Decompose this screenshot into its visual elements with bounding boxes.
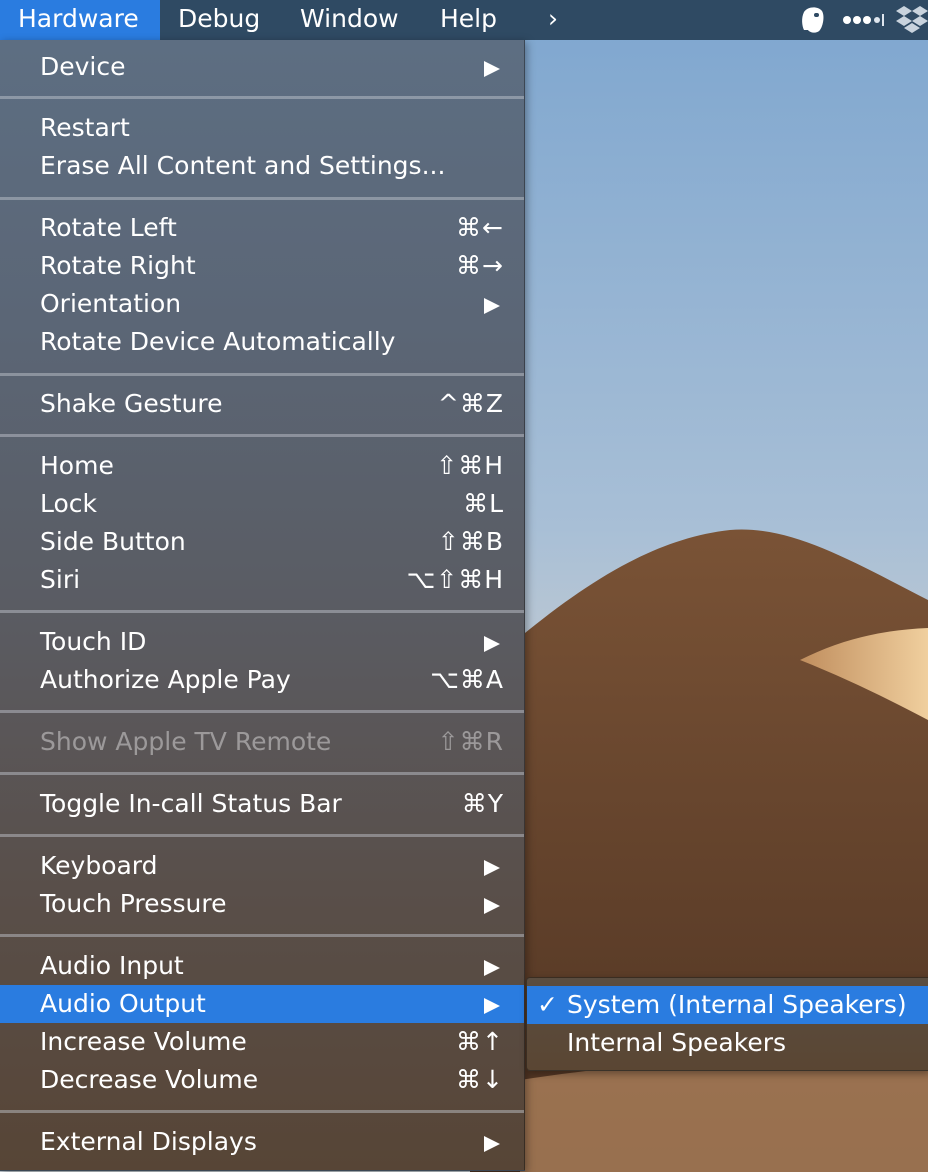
menubar-window[interactable]: Window: [282, 0, 417, 40]
menu-item-label: Touch ID: [40, 627, 147, 656]
submenu-item-label: Internal Speakers: [567, 1028, 787, 1057]
menu-item-label: Show Apple TV Remote: [40, 727, 332, 756]
menu-separator: [0, 197, 524, 200]
menu-item-audio-output[interactable]: Audio Output: [0, 985, 524, 1023]
menu-item-label: Lock: [40, 489, 98, 518]
submenu-item-system-internal-speakers[interactable]: ✓ System (Internal Speakers): [527, 986, 928, 1024]
submenu-item-label: System (Internal Speakers): [567, 990, 907, 1019]
evernote-icon[interactable]: [798, 0, 828, 40]
menu-item-label: Rotate Device Automatically: [40, 327, 396, 356]
menubar-overflow-chevron-icon[interactable]: ›: [530, 0, 576, 40]
menu-separator: [0, 710, 524, 713]
checkmark-icon: ✓: [537, 990, 558, 1019]
hardware-menu: Device Restart Erase All Content and Set…: [0, 40, 525, 1171]
menu-item-erase-all-content[interactable]: Erase All Content and Settings...: [0, 147, 524, 185]
menu-item-external-displays[interactable]: External Displays: [0, 1123, 524, 1161]
shortcut-label: ⌥⇧⌘H: [406, 565, 504, 594]
shortcut-label: ⌘↓: [456, 1065, 504, 1094]
menu-item-rotate-left[interactable]: Rotate Left ⌘←: [0, 209, 524, 247]
menu-separator: [0, 96, 524, 99]
shortcut-label: ⇧⌘H: [436, 451, 504, 480]
menubar-debug[interactable]: Debug: [160, 0, 278, 40]
shortcut-label: ⌘↑: [456, 1027, 504, 1056]
submenu-arrow-icon: [484, 636, 500, 652]
menu-item-toggle-in-call-status-bar[interactable]: Toggle In-call Status Bar ⌘Y: [0, 785, 524, 823]
menu-item-label: Device: [40, 52, 126, 81]
menu-item-shake-gesture[interactable]: Shake Gesture ^⌘Z: [0, 385, 524, 423]
menu-item-touch-id[interactable]: Touch ID: [0, 623, 524, 661]
dots-icon[interactable]: [842, 0, 884, 40]
menubar-help[interactable]: Help: [422, 0, 515, 40]
menu-separator: [0, 834, 524, 837]
menu-separator: [0, 934, 524, 937]
submenu-arrow-icon: [484, 998, 500, 1014]
audio-output-submenu: ✓ System (Internal Speakers) Internal Sp…: [526, 977, 928, 1071]
menu-bar: Hardware Debug Window Help ›: [0, 0, 928, 40]
menu-item-decrease-volume[interactable]: Decrease Volume ⌘↓: [0, 1061, 524, 1099]
menu-item-label: Increase Volume: [40, 1027, 247, 1056]
shortcut-label: ^⌘Z: [437, 389, 504, 418]
menu-item-show-apple-tv-remote: Show Apple TV Remote ⇧⌘R: [0, 723, 524, 761]
menu-item-label: Shake Gesture: [40, 389, 223, 418]
menu-item-label: Side Button: [40, 527, 186, 556]
menu-item-label: Keyboard: [40, 851, 158, 880]
submenu-arrow-icon: [484, 960, 500, 976]
menu-item-label: Audio Output: [40, 989, 206, 1018]
shortcut-label: ⇧⌘R: [437, 727, 504, 756]
menu-separator: [0, 1110, 524, 1113]
shortcut-label: ⌘L: [463, 489, 504, 518]
menu-item-touch-pressure[interactable]: Touch Pressure: [0, 885, 524, 923]
menu-item-label: Restart: [40, 113, 130, 142]
menu-item-label: Touch Pressure: [40, 889, 227, 918]
shortcut-label: ⌘Y: [461, 789, 504, 818]
menu-item-label: External Displays: [40, 1127, 257, 1156]
menu-item-device[interactable]: Device: [0, 48, 524, 86]
menu-item-rotate-right[interactable]: Rotate Right ⌘→: [0, 247, 524, 285]
submenu-item-internal-speakers[interactable]: Internal Speakers: [527, 1024, 928, 1062]
shortcut-label: ⇧⌘B: [437, 527, 504, 556]
submenu-arrow-icon: [484, 1136, 500, 1152]
menu-item-label: Rotate Left: [40, 213, 177, 242]
menu-item-keyboard[interactable]: Keyboard: [0, 847, 524, 885]
shortcut-label: ⌘←: [456, 213, 504, 242]
submenu-arrow-icon: [484, 298, 500, 314]
menu-item-label: Home: [40, 451, 114, 480]
menu-item-siri[interactable]: Siri ⌥⇧⌘H: [0, 561, 524, 599]
menu-item-label: Orientation: [40, 289, 182, 318]
submenu-arrow-icon: [484, 860, 500, 876]
menu-item-home[interactable]: Home ⇧⌘H: [0, 447, 524, 485]
menu-item-authorize-apple-pay[interactable]: Authorize Apple Pay ⌥⌘A: [0, 661, 524, 699]
submenu-arrow-icon: [484, 898, 500, 914]
submenu-arrow-icon: [484, 61, 500, 77]
menu-item-label: Authorize Apple Pay: [40, 665, 291, 694]
menu-item-rotate-device-automatically[interactable]: Rotate Device Automatically: [0, 323, 524, 361]
dropbox-icon[interactable]: [896, 0, 928, 40]
menu-item-label: Decrease Volume: [40, 1065, 259, 1094]
shortcut-label: ⌥⌘A: [430, 665, 504, 694]
menu-separator: [0, 373, 524, 376]
menu-item-label: Erase All Content and Settings...: [40, 151, 446, 180]
menu-item-orientation[interactable]: Orientation: [0, 285, 524, 323]
shortcut-label: ⌘→: [456, 251, 504, 280]
menu-item-lock[interactable]: Lock ⌘L: [0, 485, 524, 523]
menu-item-label: Toggle In-call Status Bar: [40, 789, 342, 818]
menu-separator: [0, 434, 524, 437]
menu-item-label: Siri: [40, 565, 81, 594]
menu-item-restart[interactable]: Restart: [0, 109, 524, 147]
menu-item-label: Audio Input: [40, 951, 184, 980]
menu-item-side-button[interactable]: Side Button ⇧⌘B: [0, 523, 524, 561]
menu-separator: [0, 772, 524, 775]
menu-item-label: Rotate Right: [40, 251, 196, 280]
menubar-hardware[interactable]: Hardware: [0, 0, 160, 40]
menu-separator: [0, 610, 524, 613]
menu-item-increase-volume[interactable]: Increase Volume ⌘↑: [0, 1023, 524, 1061]
menu-item-audio-input[interactable]: Audio Input: [0, 947, 524, 985]
